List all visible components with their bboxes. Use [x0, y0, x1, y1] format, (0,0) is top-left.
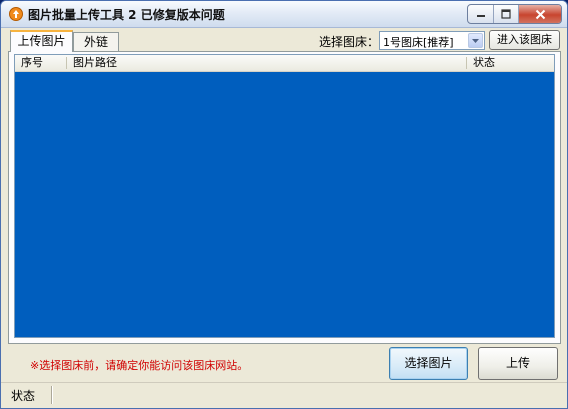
app-logo-icon [9, 7, 23, 21]
column-header-status[interactable]: 状态 [467, 55, 554, 71]
window-title: 图片批量上传工具 2 已修复版本问题 [28, 8, 225, 22]
dropdown-button[interactable] [468, 33, 483, 48]
upload-button[interactable]: 上传 [478, 347, 558, 380]
window-controls [467, 4, 562, 24]
column-header-index[interactable]: 序号 [15, 55, 71, 71]
host-picker-label: 选择图床： [319, 35, 380, 49]
status-text: 状态 [11, 389, 36, 403]
close-button[interactable] [518, 5, 561, 23]
enter-host-button[interactable]: 进入该图床 [489, 30, 560, 50]
list-body[interactable] [15, 72, 554, 337]
chevron-down-icon [472, 38, 479, 43]
maximize-button[interactable] [493, 5, 518, 23]
app-window: 图片批量上传工具 2 已修复版本问题 上传图片 外链 选择图床： 1号图床[推荐… [0, 0, 568, 409]
status-divider [51, 386, 52, 404]
list-header: 序号 图片路径 状态 [15, 55, 554, 72]
image-list[interactable]: 序号 图片路径 状态 [14, 54, 555, 338]
column-header-path[interactable]: 图片路径 [67, 55, 467, 71]
tab-upload-images[interactable]: 上传图片 [10, 30, 73, 52]
close-icon [535, 9, 545, 19]
select-images-button[interactable]: 选择图片 [389, 347, 468, 380]
maximize-icon [501, 9, 511, 19]
tab-external-links[interactable]: 外链 [73, 32, 119, 51]
minimize-icon [476, 15, 485, 17]
status-bar: 状态 [1, 382, 567, 408]
image-host-selected-value: 1号图床[推荐] [383, 36, 454, 49]
title-bar[interactable]: 图片批量上传工具 2 已修复版本问题 [1, 1, 567, 28]
host-access-notice: ※选择图床前，请确定你能访问该图床网站。 [30, 359, 249, 372]
minimize-button[interactable] [468, 5, 493, 23]
image-host-select[interactable]: 1号图床[推荐] [379, 31, 485, 50]
